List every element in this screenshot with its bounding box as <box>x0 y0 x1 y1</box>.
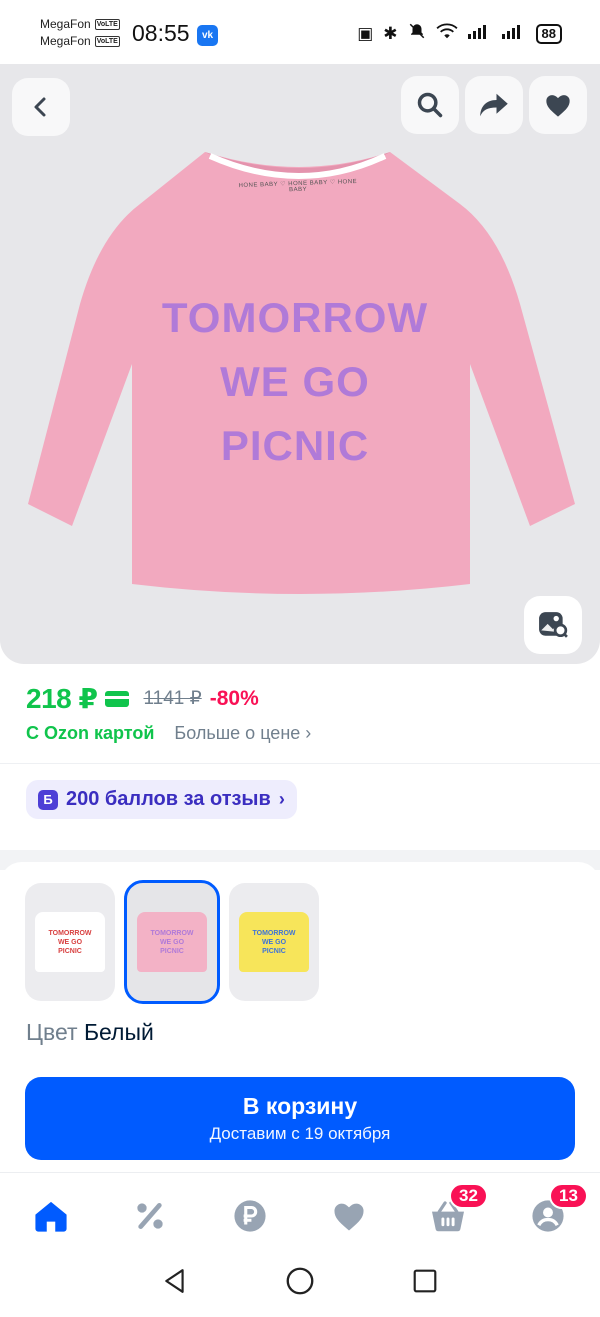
chevron-right-icon: › <box>305 723 312 743</box>
color-value: Белый <box>83 1019 154 1045</box>
bluetooth-icon: ✱ <box>383 23 398 43</box>
square-recents-icon <box>413 1269 437 1293</box>
battery-indicator: 88 <box>535 23 562 44</box>
price-subline: С Ozon картой Больше о цене › <box>26 723 311 744</box>
product-gallery[interactable]: HONE BABY ♡ HONE BABY ♡ HONE BABY TOMORR… <box>0 64 600 664</box>
profile-notification-badge: 13 <box>549 1183 588 1209</box>
variant-print-line: WE GO <box>159 938 185 946</box>
volte-badge: VoLTE <box>94 19 120 30</box>
image-search-icon <box>539 612 568 638</box>
variant-thumbnail: TOMORROW WE GO PICNIC <box>239 912 309 972</box>
ruble-icon <box>234 1200 266 1232</box>
variant-print-line: TOMORROW <box>150 929 194 937</box>
carrier-2: MegaFon <box>40 34 91 48</box>
search-icon <box>417 92 443 118</box>
tab-profile[interactable]: 13 <box>523 1183 588 1241</box>
chevron-left-icon <box>34 97 46 117</box>
variant-thumbnail: TOMORROW WE GO PICNIC <box>35 912 105 972</box>
vk-icon: vk <box>197 25 218 46</box>
discount-badge: -80% <box>209 686 259 710</box>
visual-search-button[interactable] <box>524 596 582 654</box>
tab-finance[interactable] <box>225 1191 275 1241</box>
print-line: TOMORROW <box>161 294 429 341</box>
system-navigation-bar <box>0 1252 600 1317</box>
variant-thumbnail: TOMORROW WE GO PICNIC <box>137 912 207 972</box>
more-about-price-link[interactable]: Больше о цене › <box>174 723 311 744</box>
percent-icon <box>137 1203 163 1229</box>
variant-print-line: TOMORROW <box>48 929 92 937</box>
variant-print-line: PICNIC <box>160 947 184 955</box>
current-price: 218 ₽ <box>26 683 98 714</box>
variant-print-line: TOMORROW <box>252 929 296 937</box>
tab-favorites[interactable] <box>324 1191 374 1241</box>
price-row: 218 ₽ 1141 ₽ -80% <box>26 682 259 715</box>
add-to-cart-label: В корзину <box>242 1093 358 1119</box>
heart-icon <box>334 1203 364 1231</box>
card-icon <box>105 690 130 707</box>
search-button[interactable] <box>401 76 459 134</box>
system-icons: ▣ ✱ 88 <box>357 22 562 45</box>
variant-print-line: WE GO <box>57 938 83 946</box>
share-icon <box>480 93 508 117</box>
bottom-tab-bar: 32 13 <box>0 1172 600 1252</box>
color-selection-label: Цвет Белый <box>26 1019 154 1046</box>
tab-cart[interactable]: 32 <box>423 1183 488 1241</box>
bonus-points-icon: Б <box>38 789 58 810</box>
variant-print-line: PICNIC <box>58 947 82 955</box>
print-line: WE GO <box>220 358 370 405</box>
mute-icon <box>408 22 426 45</box>
variant-white[interactable]: TOMORROW WE GO PICNIC <box>25 883 115 1001</box>
chevron-right-icon: › <box>278 789 285 809</box>
nfc-icon: ▣ <box>357 23 374 43</box>
more-about-price-label: Больше о цене <box>174 723 301 743</box>
signal-icon <box>467 23 492 44</box>
tab-discounts[interactable] <box>125 1191 175 1241</box>
color-key: Цвет <box>26 1019 78 1045</box>
volte-badge: VoLTE <box>94 36 120 47</box>
color-variants: TOMORROW WE GO PICNIC TOMORROW WE GO PIC… <box>25 880 319 1004</box>
nav-home-button[interactable] <box>285 1266 315 1296</box>
variant-print-line: WE GO <box>261 938 287 946</box>
home-icon <box>35 1201 67 1232</box>
clock: 08:55 <box>132 20 190 46</box>
old-price: 1141 ₽ <box>143 688 202 709</box>
carrier-1: MegaFon <box>40 17 91 31</box>
wifi-icon <box>436 22 458 45</box>
variant-print-line: PICNIC <box>262 947 286 955</box>
cart-count-badge: 32 <box>449 1183 488 1209</box>
divider <box>0 763 600 764</box>
carrier-info: MegaFon VoLTE MegaFon VoLTE <box>40 16 120 50</box>
share-button[interactable] <box>465 76 523 134</box>
bonus-text: 200 баллов за отзыв <box>66 788 271 810</box>
print-line: PICNIC <box>220 422 370 469</box>
add-to-cart-button[interactable]: В корзину Доставим с 19 октября <box>25 1077 575 1160</box>
triangle-back-icon <box>165 1269 184 1293</box>
circle-home-icon <box>286 1267 314 1295</box>
back-button[interactable] <box>12 78 70 136</box>
shirt-print: TOMORROW WE GO PICNIC <box>140 286 450 478</box>
favorite-button[interactable] <box>529 76 587 134</box>
variant-pink[interactable]: TOMORROW WE GO PICNIC <box>124 880 220 1004</box>
tab-home[interactable] <box>26 1191 76 1241</box>
status-bar: MegaFon VoLTE MegaFon VoLTE 08:55 vk ▣ ✱ 8… <box>0 0 600 64</box>
nav-recents-button[interactable] <box>410 1266 440 1296</box>
nav-back-button[interactable] <box>160 1266 190 1296</box>
delivery-date: Доставим с 19 октября <box>209 1124 391 1143</box>
signal-icon <box>501 23 526 44</box>
review-bonus-chip[interactable]: Б 200 баллов за отзыв › <box>26 780 297 819</box>
heart-icon <box>546 95 570 117</box>
variant-yellow[interactable]: TOMORROW WE GO PICNIC <box>229 883 319 1001</box>
ozon-card-label: С Ozon картой <box>26 723 155 743</box>
